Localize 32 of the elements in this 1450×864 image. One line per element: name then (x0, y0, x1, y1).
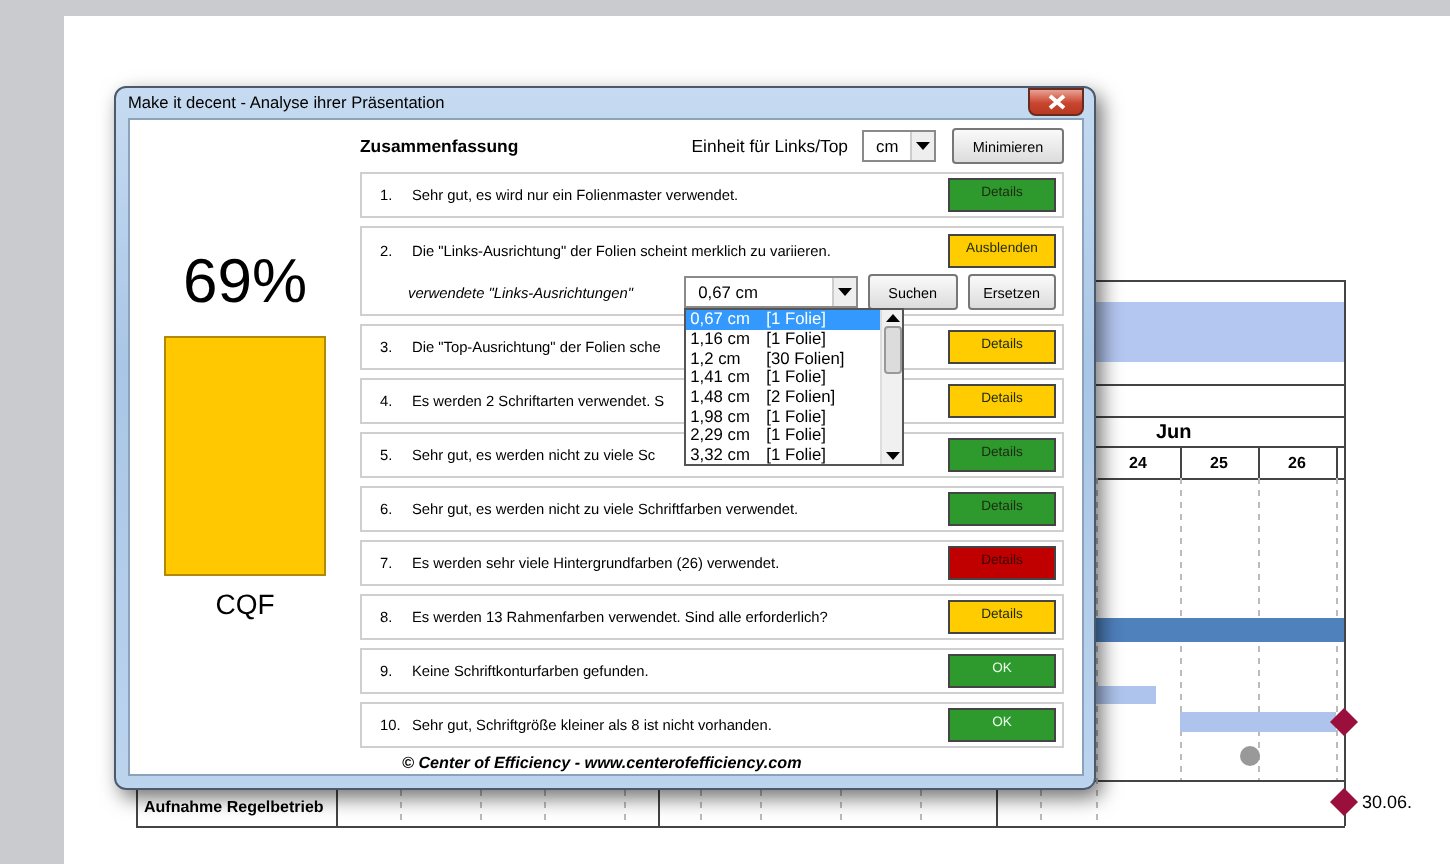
dropdown-option[interactable]: 3,32 cm [1 Folie] (686, 446, 881, 466)
milestone-icon (1330, 708, 1358, 736)
section-heading: Zusammenfassung (360, 133, 519, 160)
month-label: Jun (1156, 422, 1192, 444)
gantt-bar (1096, 686, 1156, 704)
dropdown-option[interactable]: 1,41 cm [1 Folie] (686, 368, 881, 389)
footer-text: © Center of Efficiency - www.centerofefficiency.com (402, 754, 804, 774)
day-label: 25 (1210, 454, 1228, 472)
window-title: Make it decent - Analyse ihrer Präsentation (128, 94, 445, 112)
caret-icon (916, 142, 930, 151)
close-icon (1047, 93, 1065, 109)
up-arrow-icon[interactable] (885, 310, 900, 327)
date-label: 30.06. (1362, 792, 1413, 812)
milestone-icon (1330, 788, 1358, 816)
day-label: 24 (1129, 454, 1147, 472)
row-label: Aufnahme Regelbetrieb (144, 798, 324, 816)
progress-dot (1240, 746, 1260, 766)
down-arrow-icon[interactable] (885, 448, 900, 465)
dropdown-option[interactable]: 2,29 cm [1 Folie] (686, 426, 881, 447)
dropdown-option[interactable]: 1,2 cm [30 Folien] (686, 349, 881, 369)
score-label: CQF (215, 585, 275, 624)
caret-icon (838, 288, 853, 297)
unit-dropdown[interactable]: cm (862, 130, 936, 163)
day-label: 26 (1288, 454, 1306, 472)
score-value: 69% (182, 249, 308, 311)
value-dropdown[interactable]: 0,67 cm (684, 276, 859, 309)
scrollbar-thumb[interactable] (883, 326, 902, 375)
close-button[interactable] (1028, 87, 1084, 115)
dropdown-option[interactable]: 1,98 cm [1 Folie] (686, 407, 881, 427)
field-label: Einheit für Links/Top (691, 133, 848, 160)
dropdown-option[interactable]: 1,16 cm [1 Folie] (686, 329, 881, 350)
dropdown-option[interactable]: 1,48 cm [2 Folien] (686, 388, 881, 408)
